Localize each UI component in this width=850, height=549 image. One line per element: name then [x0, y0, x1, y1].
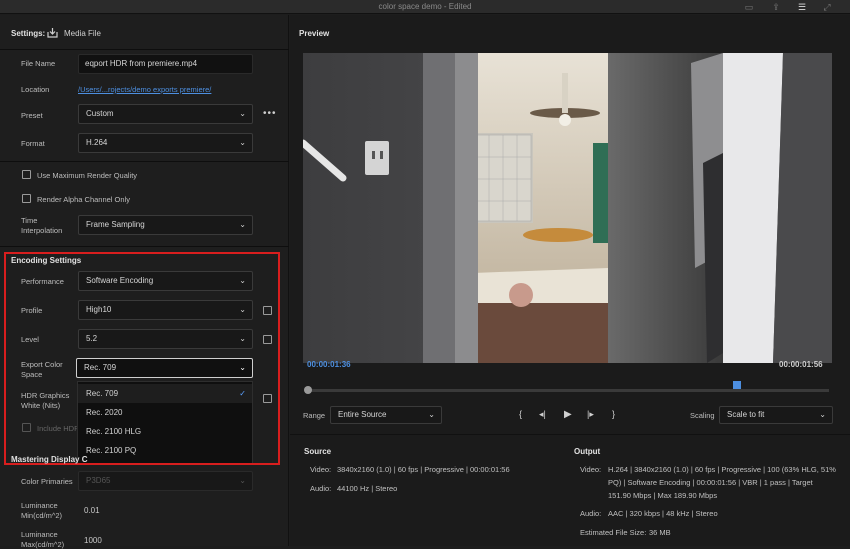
range-label: Range — [303, 411, 326, 420]
timeline-start-handle[interactable] — [304, 386, 312, 394]
lum-max-value[interactable]: 1000 — [84, 536, 102, 545]
timecode-out: 00:00:01:56 — [779, 360, 823, 369]
source-video-label: Video: — [310, 465, 332, 474]
lum-min-value[interactable]: 0.01 — [84, 506, 100, 515]
scaling-dropdown[interactable]: Scale to fit ⌄ — [719, 406, 833, 424]
output-audio-label: Audio: — [580, 509, 602, 518]
preset-dropdown[interactable]: Custom ⌄ — [78, 104, 253, 124]
preview-panel: Preview 00:00:01:36 00:00:01:56 Range En… — [290, 15, 850, 546]
format-dropdown[interactable]: H.264 ⌄ — [78, 133, 253, 153]
mark-in-icon[interactable]: { — [519, 409, 522, 419]
output-video-line3: 151.90 Mbps | Max 189.90 Mbps — [608, 491, 718, 500]
lum-min-label-1: Luminance — [21, 501, 58, 510]
source-video-value: 3840x2160 (1.0) | 60 fps | Progressive |… — [337, 465, 510, 474]
settings-heading: Settings: — [11, 29, 46, 38]
range-value: Entire Source — [338, 410, 387, 419]
play-icon[interactable]: ▶ — [564, 409, 572, 420]
render-alpha-label: Render Alpha Channel Only — [37, 195, 130, 204]
color-primaries-value: P3D65 — [86, 476, 111, 485]
max-render-label: Use Maximum Render Quality — [37, 171, 138, 180]
scaling-label: Scaling — [690, 411, 715, 420]
scaling-value: Scale to fit — [727, 410, 765, 419]
filesize-label: Estimated File Size: — [580, 528, 647, 537]
time-interp-label-1: Time — [21, 216, 38, 225]
time-interp-value: Frame Sampling — [86, 220, 145, 229]
file-name-input[interactable]: eqport HDR from premiere.mp4 — [78, 54, 253, 74]
chevron-down-icon: ⌄ — [239, 476, 246, 485]
video-preview — [303, 53, 832, 363]
output-audio-value: AAC | 320 kbps | 48 kHz | Stereo — [608, 509, 718, 518]
more-options-icon[interactable]: ••• — [263, 108, 277, 119]
mark-out-icon[interactable]: } — [612, 409, 615, 419]
chevron-down-icon: ⌄ — [428, 410, 435, 419]
range-dropdown[interactable]: Entire Source ⌄ — [330, 406, 442, 424]
render-alpha-checkbox[interactable] — [22, 194, 31, 203]
chevron-down-icon: ⌄ — [819, 410, 826, 419]
output-video-line2: PQ) | Software Encoding | 00:00:01:56 | … — [608, 478, 813, 487]
timecode-in[interactable]: 00:00:01:36 — [307, 360, 351, 369]
max-render-checkbox[interactable] — [22, 170, 31, 179]
divider — [0, 161, 289, 162]
title-bar: color space demo - Edited ▭ ⇪ ☰ ⤢ — [0, 0, 850, 14]
preset-value: Custom — [86, 109, 114, 118]
share-icon[interactable]: ⇪ — [771, 2, 781, 12]
lum-max-label-2: Max(cd/m^2) — [21, 540, 65, 549]
lum-max-label-1: Luminance — [21, 530, 58, 539]
output-heading: Output — [574, 447, 601, 456]
source-heading: Source — [304, 447, 332, 456]
divider — [0, 246, 289, 247]
playhead[interactable] — [733, 381, 741, 389]
time-interp-label-2: Interpolation — [21, 226, 63, 235]
filesize-value: 36 MB — [649, 528, 671, 537]
file-name-label: File Name — [21, 59, 56, 68]
source-audio-value: 44100 Hz | Stereo — [337, 484, 398, 493]
window-title: color space demo - Edited — [378, 2, 472, 11]
step-back-icon[interactable]: ◂| — [539, 409, 546, 420]
step-forward-icon[interactable]: |▸ — [587, 409, 594, 420]
mastering-heading: Mastering Display C — [11, 455, 88, 464]
media-file-icon — [47, 27, 58, 38]
workspace-icon[interactable]: ▭ — [744, 2, 754, 12]
color-primaries-dropdown[interactable]: P3D65 ⌄ — [78, 471, 253, 491]
media-file-label: Media File — [64, 29, 101, 38]
time-interp-dropdown[interactable]: Frame Sampling ⌄ — [78, 215, 253, 235]
highlight-box — [4, 252, 280, 465]
chevron-down-icon: ⌄ — [239, 109, 246, 118]
expand-icon[interactable]: ⤢ — [822, 2, 832, 12]
color-primaries-label: Color Primaries — [21, 477, 73, 486]
export-settings-panel: Settings: Media File File Name eqport HD… — [0, 15, 289, 549]
preset-label: Preset — [21, 111, 43, 120]
format-label: Format — [21, 139, 45, 148]
chevron-down-icon: ⌄ — [239, 138, 246, 147]
location-link[interactable]: /Users/...rojects/demo exports premiere/ — [78, 85, 211, 94]
output-video-line1: H.264 | 3840x2160 (1.0) | 60 fps | Progr… — [608, 465, 836, 474]
timeline-track[interactable] — [307, 389, 829, 392]
divider — [290, 434, 850, 435]
format-value: H.264 — [86, 138, 108, 147]
menu-icon[interactable]: ☰ — [797, 2, 807, 12]
location-label: Location — [21, 85, 50, 94]
output-video-label: Video: — [580, 465, 602, 474]
divider — [0, 49, 289, 50]
chevron-down-icon: ⌄ — [239, 220, 246, 229]
lum-min-label-2: Min(cd/m^2) — [21, 511, 63, 520]
source-audio-label: Audio: — [310, 484, 332, 493]
preview-heading: Preview — [299, 29, 330, 38]
